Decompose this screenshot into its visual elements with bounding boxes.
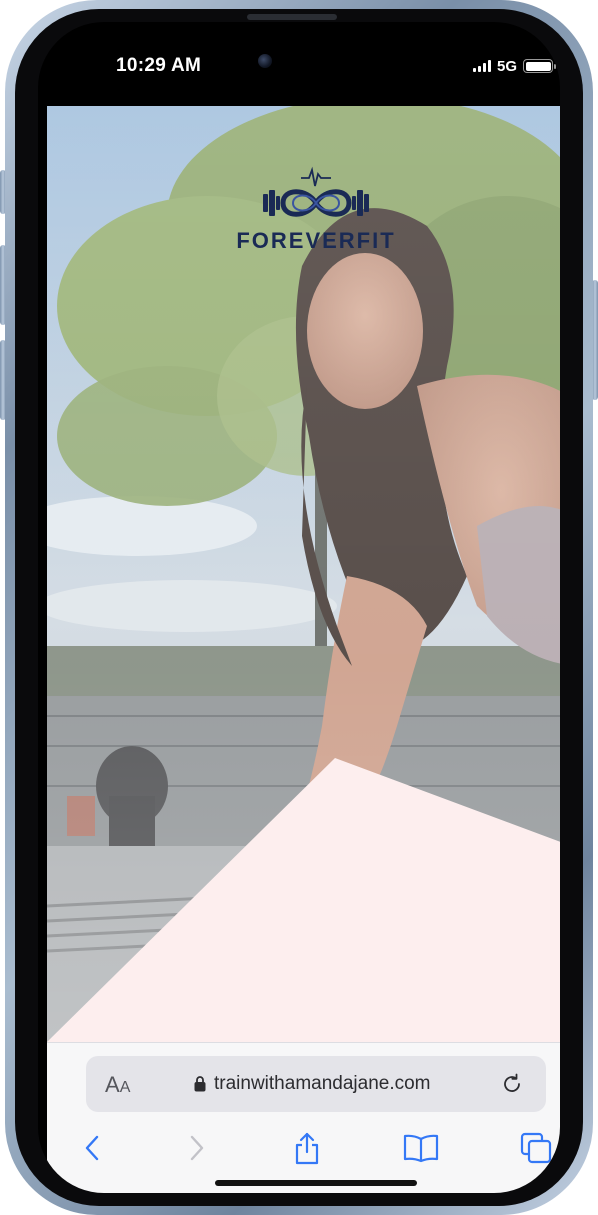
status-time: 10:29 AM xyxy=(116,55,202,76)
cellular-signal-icon xyxy=(473,60,491,72)
reload-icon[interactable] xyxy=(500,1072,524,1096)
lock-icon xyxy=(194,1076,206,1092)
tabs-button[interactable] xyxy=(516,1128,556,1168)
infinity-dumbbell-logo-icon xyxy=(263,166,369,217)
back-icon xyxy=(85,1135,99,1161)
back-button[interactable] xyxy=(72,1128,112,1168)
safari-toolbar xyxy=(47,1128,560,1168)
phone-bezel: 10:29 AM 5G FOREVERFIT AA trainwithamand… xyxy=(15,9,583,1206)
network-type: 5G xyxy=(497,57,518,75)
text-size-button[interactable]: AAAA xyxy=(105,1072,130,1098)
url-text[interactable]: trainwithamandajane.com xyxy=(214,1073,494,1095)
phone-device: 10:29 AM 5G FOREVERFIT AA trainwithamand… xyxy=(0,0,598,1215)
address-bar[interactable]: AAAA trainwithamandajane.com xyxy=(86,1056,546,1112)
share-button[interactable] xyxy=(287,1128,327,1168)
brand-logo[interactable]: FOREVERFIT xyxy=(231,164,401,254)
phone-frame: 10:29 AM 5G FOREVERFIT AA trainwithamand… xyxy=(5,0,593,1215)
forward-button[interactable] xyxy=(177,1128,217,1168)
phone-screen: 10:29 AM 5G FOREVERFIT AA trainwithamand… xyxy=(38,22,560,1193)
safari-browser-chrome: AAAA trainwithamandajane.com xyxy=(47,1042,560,1193)
bookmarks-icon xyxy=(403,1134,439,1163)
home-indicator[interactable] xyxy=(215,1180,417,1186)
bookmarks-button[interactable] xyxy=(401,1128,441,1168)
battery-icon xyxy=(523,59,557,73)
earpiece-speaker xyxy=(247,14,337,20)
status-indicators: 5G xyxy=(473,57,557,75)
front-camera xyxy=(258,54,272,68)
brand-name: FOREVERFIT xyxy=(236,228,396,253)
web-page[interactable]: FOREVERFIT xyxy=(47,106,560,1042)
share-icon xyxy=(295,1132,319,1165)
forward-icon xyxy=(190,1135,204,1161)
tabs-icon xyxy=(520,1132,552,1164)
